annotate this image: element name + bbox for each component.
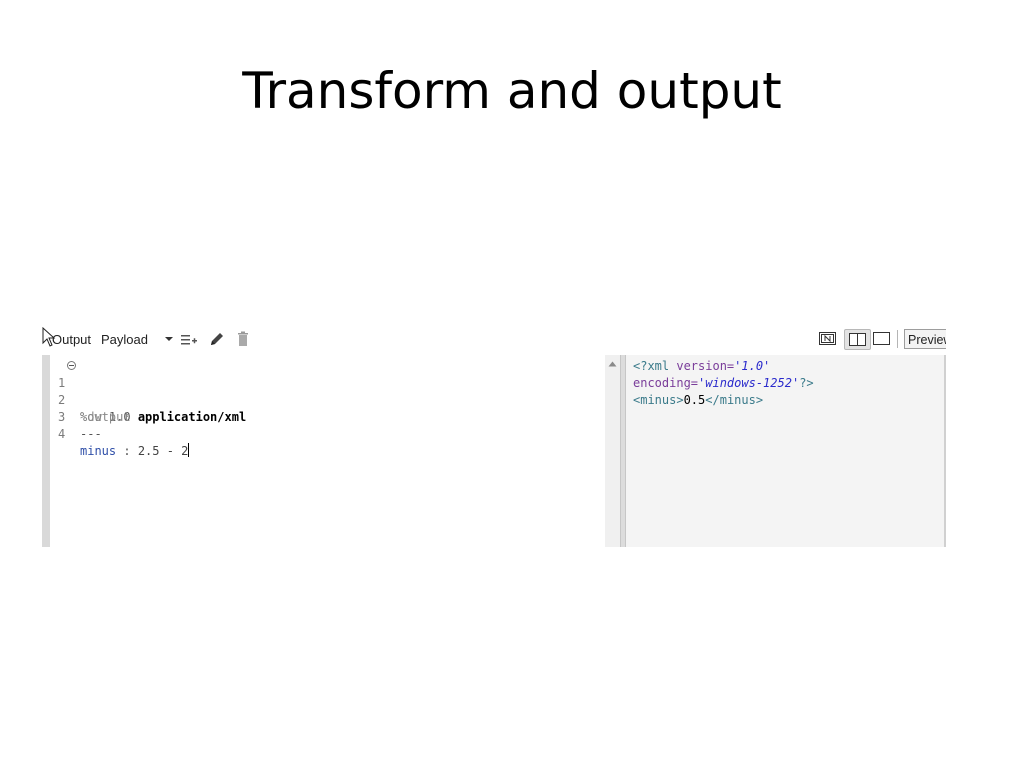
caret-down-icon[interactable] bbox=[163, 333, 175, 345]
scroll-up-icon[interactable] bbox=[608, 361, 617, 367]
xml-value: 0.5 bbox=[683, 393, 706, 407]
xml-attr: version= bbox=[676, 359, 735, 373]
trash-icon[interactable] bbox=[237, 331, 249, 347]
field-expression: 2.5 - 2 bbox=[137, 444, 189, 458]
xml-attr-value: 'windows-1252' bbox=[698, 376, 800, 390]
script-scrollbar[interactable] bbox=[605, 355, 620, 547]
xml-close-tag: </minus> bbox=[705, 393, 764, 407]
output-line: encoding='windows-1252'?> bbox=[633, 375, 814, 392]
source-only-icon[interactable] bbox=[819, 332, 836, 345]
output-line: <?xml version='1.0' bbox=[633, 358, 770, 375]
output-label: Output bbox=[52, 332, 92, 347]
xml-open-tag: <minus> bbox=[633, 393, 684, 407]
editor-gutter-border bbox=[42, 355, 50, 547]
transform-editor: 1 %dw 1.0 2 %output application/xml 3 --… bbox=[42, 355, 946, 547]
xml-attr-value: '1.0' bbox=[734, 359, 771, 373]
line-number: 4 bbox=[58, 427, 66, 441]
output-mime-type: application/xml bbox=[137, 410, 247, 424]
editor-toolbar: Output Payload Preview bbox=[42, 327, 946, 353]
fold-minus-icon[interactable] bbox=[67, 361, 76, 370]
code-line: 2 %output application/xml bbox=[50, 375, 246, 424]
split-view-icon bbox=[849, 333, 866, 346]
toolbar-divider bbox=[897, 330, 898, 348]
script-pane[interactable]: 1 %dw 1.0 2 %output application/xml 3 --… bbox=[50, 355, 605, 547]
xml-decl-close: ?> bbox=[799, 376, 814, 390]
slide-title: Transform and output bbox=[242, 62, 782, 120]
field-key: minus bbox=[80, 444, 117, 458]
field-separator: : bbox=[116, 444, 138, 458]
split-view-button[interactable] bbox=[844, 329, 871, 350]
code-line: 1 %dw 1.0 bbox=[50, 358, 131, 424]
pencil-icon[interactable] bbox=[209, 331, 225, 347]
code-line: 3 --- bbox=[50, 392, 102, 441]
single-view-icon[interactable] bbox=[873, 332, 890, 345]
text-cursor bbox=[188, 443, 190, 457]
add-list-icon[interactable] bbox=[180, 331, 198, 347]
xml-decl-open: <?xml bbox=[633, 359, 677, 373]
output-line: <minus>0.5</minus> bbox=[633, 392, 763, 409]
payload-selector[interactable]: Payload bbox=[101, 332, 148, 347]
code-line: 4 minus : 2.5 - 2 bbox=[50, 409, 190, 458]
xml-attr: encoding= bbox=[633, 376, 699, 390]
output-preview-pane: <?xml version='1.0' encoding='windows-12… bbox=[626, 355, 946, 547]
preview-button[interactable]: Preview bbox=[904, 329, 946, 349]
